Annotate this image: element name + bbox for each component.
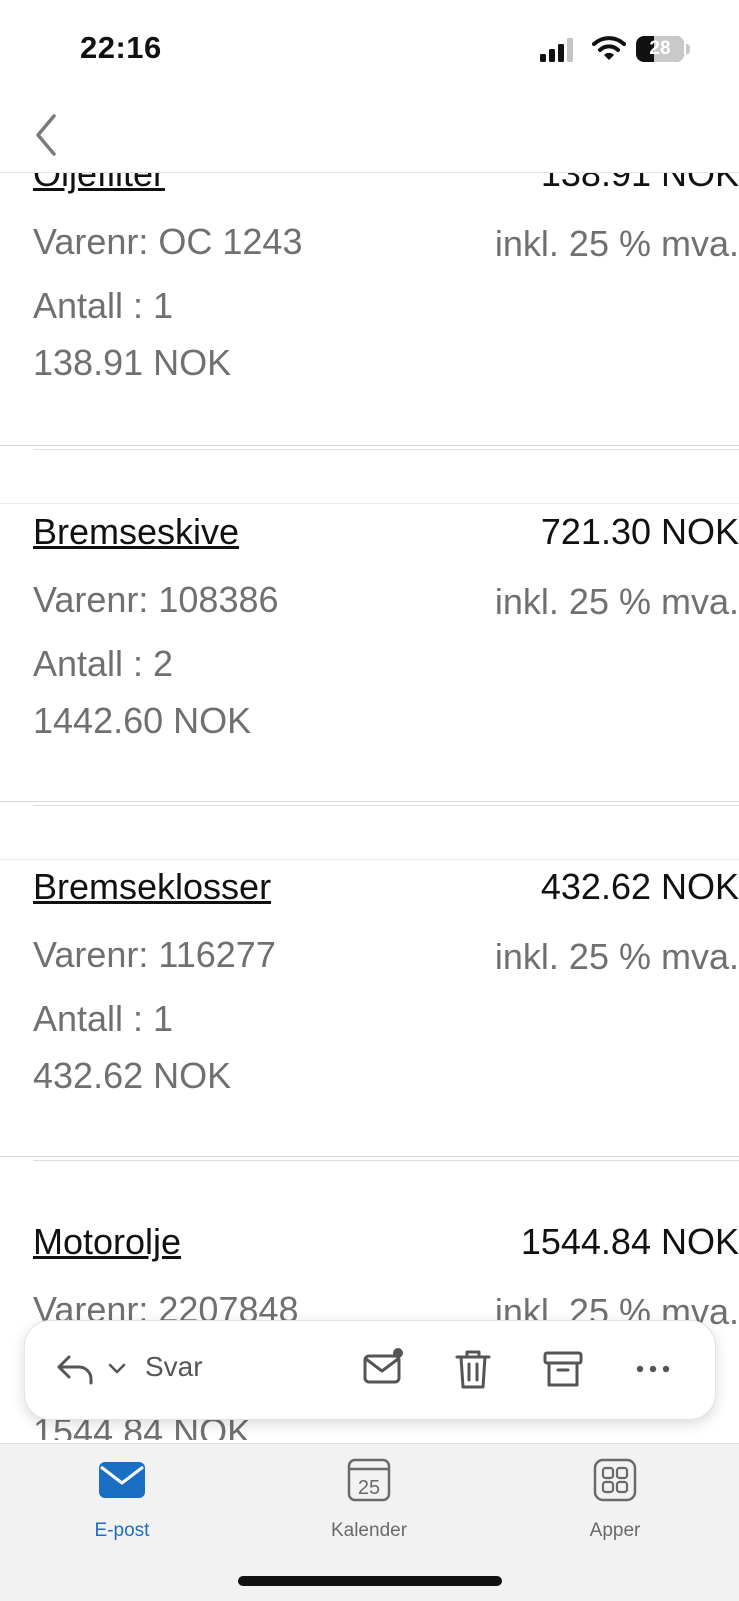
item-total: 138.91 NOK	[33, 342, 232, 383]
item-price: 1544.84 NOK	[520, 1221, 739, 1262]
wifi-icon	[592, 36, 626, 60]
tab-calendar-label: Kalender	[330, 1520, 408, 1541]
tab-apps[interactable]: Apper	[525, 1444, 705, 1564]
message-action-toolbar: Svar	[24, 1320, 716, 1420]
chevron-down-icon[interactable]	[107, 1359, 127, 1379]
email-body[interactable]: Oljefilter 138.91 NOK Varenr: OC 1243 in…	[0, 0, 739, 1440]
apps-icon	[593, 1458, 637, 1502]
battery-icon: 28	[636, 36, 690, 62]
divider	[0, 801, 739, 802]
calendar-date: 25	[358, 1477, 380, 1499]
divider	[0, 445, 739, 446]
cellular-signal-icon	[540, 38, 573, 62]
item-price: 721.30 NOK	[540, 511, 739, 552]
item-mva: inkl. 25 % mva.	[494, 936, 739, 977]
battery-level: 28	[649, 38, 671, 59]
item-mva: inkl. 25 % mva.	[494, 223, 739, 264]
more-icon[interactable]	[631, 1347, 675, 1391]
trash-icon[interactable]	[451, 1347, 495, 1391]
calendar-icon: 25	[347, 1458, 391, 1502]
tab-apps-label: Apper	[589, 1520, 641, 1541]
divider	[0, 1156, 739, 1157]
back-chevron-icon[interactable]	[30, 110, 62, 160]
reply-button[interactable]: Svar	[145, 1351, 203, 1383]
home-indicator	[238, 1576, 502, 1586]
status-time: 22:16	[80, 30, 162, 65]
item-price: 432.62 NOK	[540, 866, 739, 907]
divider	[33, 449, 739, 450]
item-antall: Antall : 1	[33, 998, 174, 1039]
status-bar: 22:16 28	[0, 0, 739, 100]
tab-mail-label: E-post	[94, 1520, 150, 1541]
tab-calendar[interactable]: 25 Kalender	[279, 1444, 459, 1564]
item-name-link[interactable]: Bremseskive	[33, 511, 239, 553]
item-varenr: Varenr: 116277	[33, 934, 276, 975]
archive-icon[interactable]	[541, 1347, 585, 1391]
divider	[0, 503, 739, 504]
item-mva: inkl. 25 % mva.	[494, 581, 739, 622]
item-name-link[interactable]: Bremseklosser	[33, 866, 271, 908]
reply-icon[interactable]	[55, 1349, 95, 1389]
item-varenr: Varenr: OC 1243	[33, 221, 303, 262]
divider	[33, 1160, 739, 1161]
item-antall: Antall : 1	[33, 285, 174, 326]
item-varenr: Varenr: 108386	[33, 579, 279, 620]
divider	[33, 805, 739, 806]
item-total: 432.62 NOK	[33, 1055, 232, 1096]
navigation-bar	[0, 100, 739, 173]
mail-icon	[99, 1462, 145, 1498]
divider	[0, 859, 739, 860]
mail-unread-icon[interactable]	[361, 1347, 405, 1391]
item-total: 1442.60 NOK	[33, 700, 252, 741]
tab-mail[interactable]: E-post	[32, 1444, 212, 1564]
item-name-link[interactable]: Motorolje	[33, 1221, 181, 1263]
item-antall: Antall : 2	[33, 643, 174, 684]
